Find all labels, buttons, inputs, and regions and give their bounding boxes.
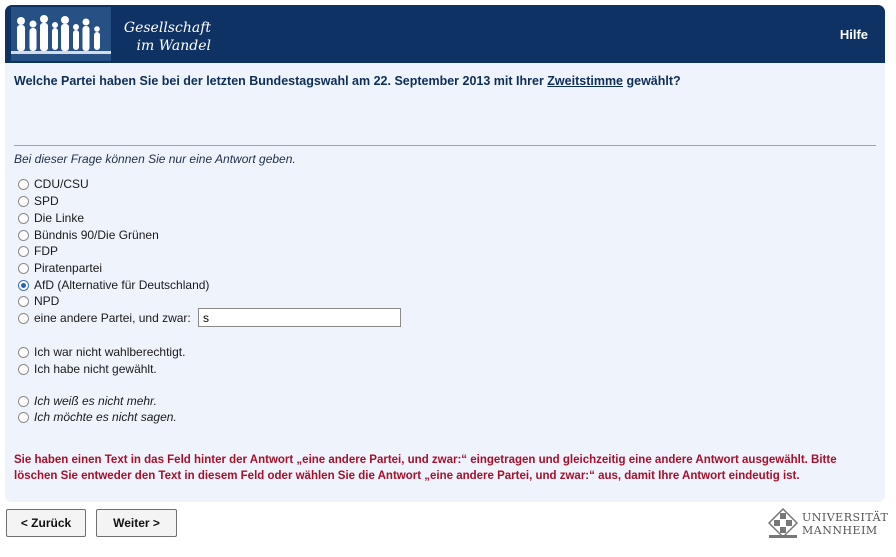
separator-line bbox=[14, 145, 876, 146]
option-label: Bündnis 90/Die Grünen bbox=[34, 228, 159, 242]
back-button[interactable]: < Zurück bbox=[6, 509, 86, 537]
people-silhouette-icon bbox=[11, 7, 111, 61]
option-piratenpartei[interactable]: Piratenpartei bbox=[18, 260, 102, 276]
radio-spd[interactable] bbox=[18, 195, 29, 207]
question-text: Welche Partei haben Sie bei der letzten … bbox=[14, 74, 681, 88]
logo-text: Gesellschaft im Wandel bbox=[111, 19, 211, 55]
option-fdp[interactable]: FDP bbox=[18, 243, 58, 259]
university-line-1: UNIVERSITÄT bbox=[802, 511, 889, 524]
radio-fdp[interactable] bbox=[18, 245, 29, 257]
radio-keine-angabe[interactable] bbox=[18, 411, 29, 423]
radio-piratenpartei[interactable] bbox=[18, 262, 29, 274]
option-label: AfD (Alternative für Deutschland) bbox=[34, 278, 210, 292]
university-crest-icon bbox=[767, 507, 799, 539]
radio-nicht-gewaehlt[interactable] bbox=[18, 363, 29, 375]
survey-panel: Gesellschaft im Wandel Hilfe Welche Part… bbox=[5, 5, 885, 502]
radio-die-linke[interactable] bbox=[18, 212, 29, 224]
option-label: FDP bbox=[34, 244, 58, 258]
radio-nicht-wahlberechtigt[interactable] bbox=[18, 346, 29, 358]
zweitstimme-link[interactable]: Zweitstimme bbox=[547, 74, 623, 88]
option-label: CDU/CSU bbox=[34, 177, 89, 191]
radio-weiss-nicht[interactable] bbox=[18, 395, 29, 407]
option-die-linke[interactable]: Die Linke bbox=[18, 210, 84, 226]
option-label: eine andere Partei, und zwar: bbox=[34, 311, 191, 325]
radio-andere-partei[interactable] bbox=[18, 312, 29, 324]
option-cdu-csu[interactable]: CDU/CSU bbox=[18, 176, 89, 192]
radio-npd[interactable] bbox=[18, 295, 29, 307]
option-weiss-nicht[interactable]: Ich weiß es nicht mehr. bbox=[18, 393, 157, 409]
header-bar: Gesellschaft im Wandel Hilfe bbox=[5, 5, 885, 63]
option-label: SPD bbox=[34, 194, 59, 208]
logo-line-2: im Wandel bbox=[136, 38, 211, 54]
option-andere-partei[interactable]: eine andere Partei, und zwar: bbox=[18, 310, 191, 326]
next-button[interactable]: Weiter > bbox=[96, 509, 177, 537]
error-message: Sie haben einen Text in das Feld hinter … bbox=[14, 454, 837, 482]
option-label: Piratenpartei bbox=[34, 261, 103, 275]
radio-cdu-csu[interactable] bbox=[18, 178, 29, 190]
option-label: NPD bbox=[34, 294, 60, 308]
university-line-2: MANNHEIM bbox=[802, 524, 878, 537]
option-label: Ich weiß es nicht mehr. bbox=[34, 394, 157, 408]
question-text-before: Welche Partei haben Sie bei der letzten … bbox=[14, 74, 548, 88]
logo-line-1: Gesellschaft bbox=[123, 20, 211, 36]
option-label: Die Linke bbox=[34, 211, 85, 225]
option-nicht-gewaehlt[interactable]: Ich habe nicht gewählt. bbox=[18, 361, 157, 377]
instruction-text: Bei dieser Frage können Sie nur eine Ant… bbox=[14, 152, 296, 166]
question-text-after: gewählt? bbox=[623, 74, 681, 88]
option-npd[interactable]: NPD bbox=[18, 293, 59, 309]
andere-partei-input[interactable] bbox=[198, 308, 401, 327]
option-label: Ich war nicht wahlberechtigt. bbox=[34, 345, 186, 359]
option-keine-angabe[interactable]: Ich möchte es nicht sagen. bbox=[18, 409, 177, 425]
universitaet-mannheim-logo: UNIVERSITÄT MANNHEIM bbox=[766, 507, 888, 543]
option-afd[interactable]: AfD (Alternative für Deutschland) bbox=[18, 277, 209, 293]
gesellschaft-im-wandel-logo: Gesellschaft im Wandel bbox=[11, 7, 211, 61]
help-link[interactable]: Hilfe bbox=[840, 27, 868, 42]
option-gruene[interactable]: Bündnis 90/Die Grünen bbox=[18, 227, 159, 243]
option-spd[interactable]: SPD bbox=[18, 193, 59, 209]
option-label: Ich habe nicht gewählt. bbox=[34, 362, 157, 376]
radio-afd[interactable] bbox=[18, 279, 29, 291]
university-name: UNIVERSITÄT MANNHEIM bbox=[802, 511, 888, 537]
radio-gruene[interactable] bbox=[18, 229, 29, 241]
option-label: Ich möchte es nicht sagen. bbox=[34, 410, 177, 424]
option-nicht-wahlberechtigt[interactable]: Ich war nicht wahlberechtigt. bbox=[18, 344, 185, 360]
